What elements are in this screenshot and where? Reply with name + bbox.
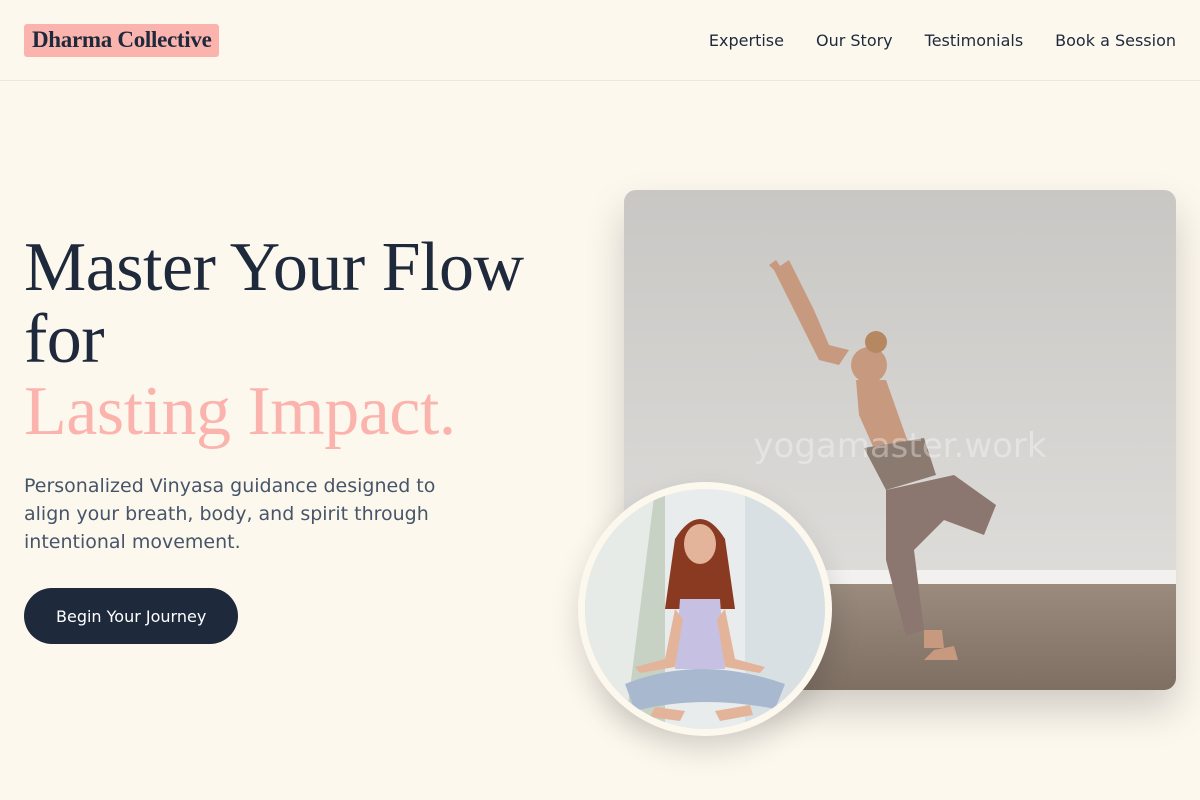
photo-watermark: yogamaster.work [753,426,1047,466]
nav-link-book-session[interactable]: Book a Session [1055,31,1176,50]
hero-subtitle: Personalized Vinyasa guidance designed t… [24,475,436,553]
meditation-photo-frame [578,482,832,736]
hero-text: Master Your Flow for Lasting Impact. Per… [24,232,584,644]
hero-title-line2: for [24,301,105,378]
meditation-photo [585,489,825,729]
site-header: Dharma Collective Expertise Our Story Te… [0,0,1200,81]
nav-link-expertise[interactable]: Expertise [709,31,784,50]
hero-title-accent: Lasting Impact. [24,373,456,450]
nav-link-testimonials[interactable]: Testimonials [925,31,1024,50]
main-nav: Expertise Our Story Testimonials Book a … [709,31,1176,50]
hero-title-line1: Master Your Flow [24,229,524,306]
nav-link-our-story[interactable]: Our Story [816,31,893,50]
logo[interactable]: Dharma Collective [24,23,220,57]
meditation-photo-illustration [585,489,825,729]
begin-journey-button[interactable]: Begin Your Journey [24,588,239,644]
hero-title: Master Your Flow for Lasting Impact. [24,232,584,448]
